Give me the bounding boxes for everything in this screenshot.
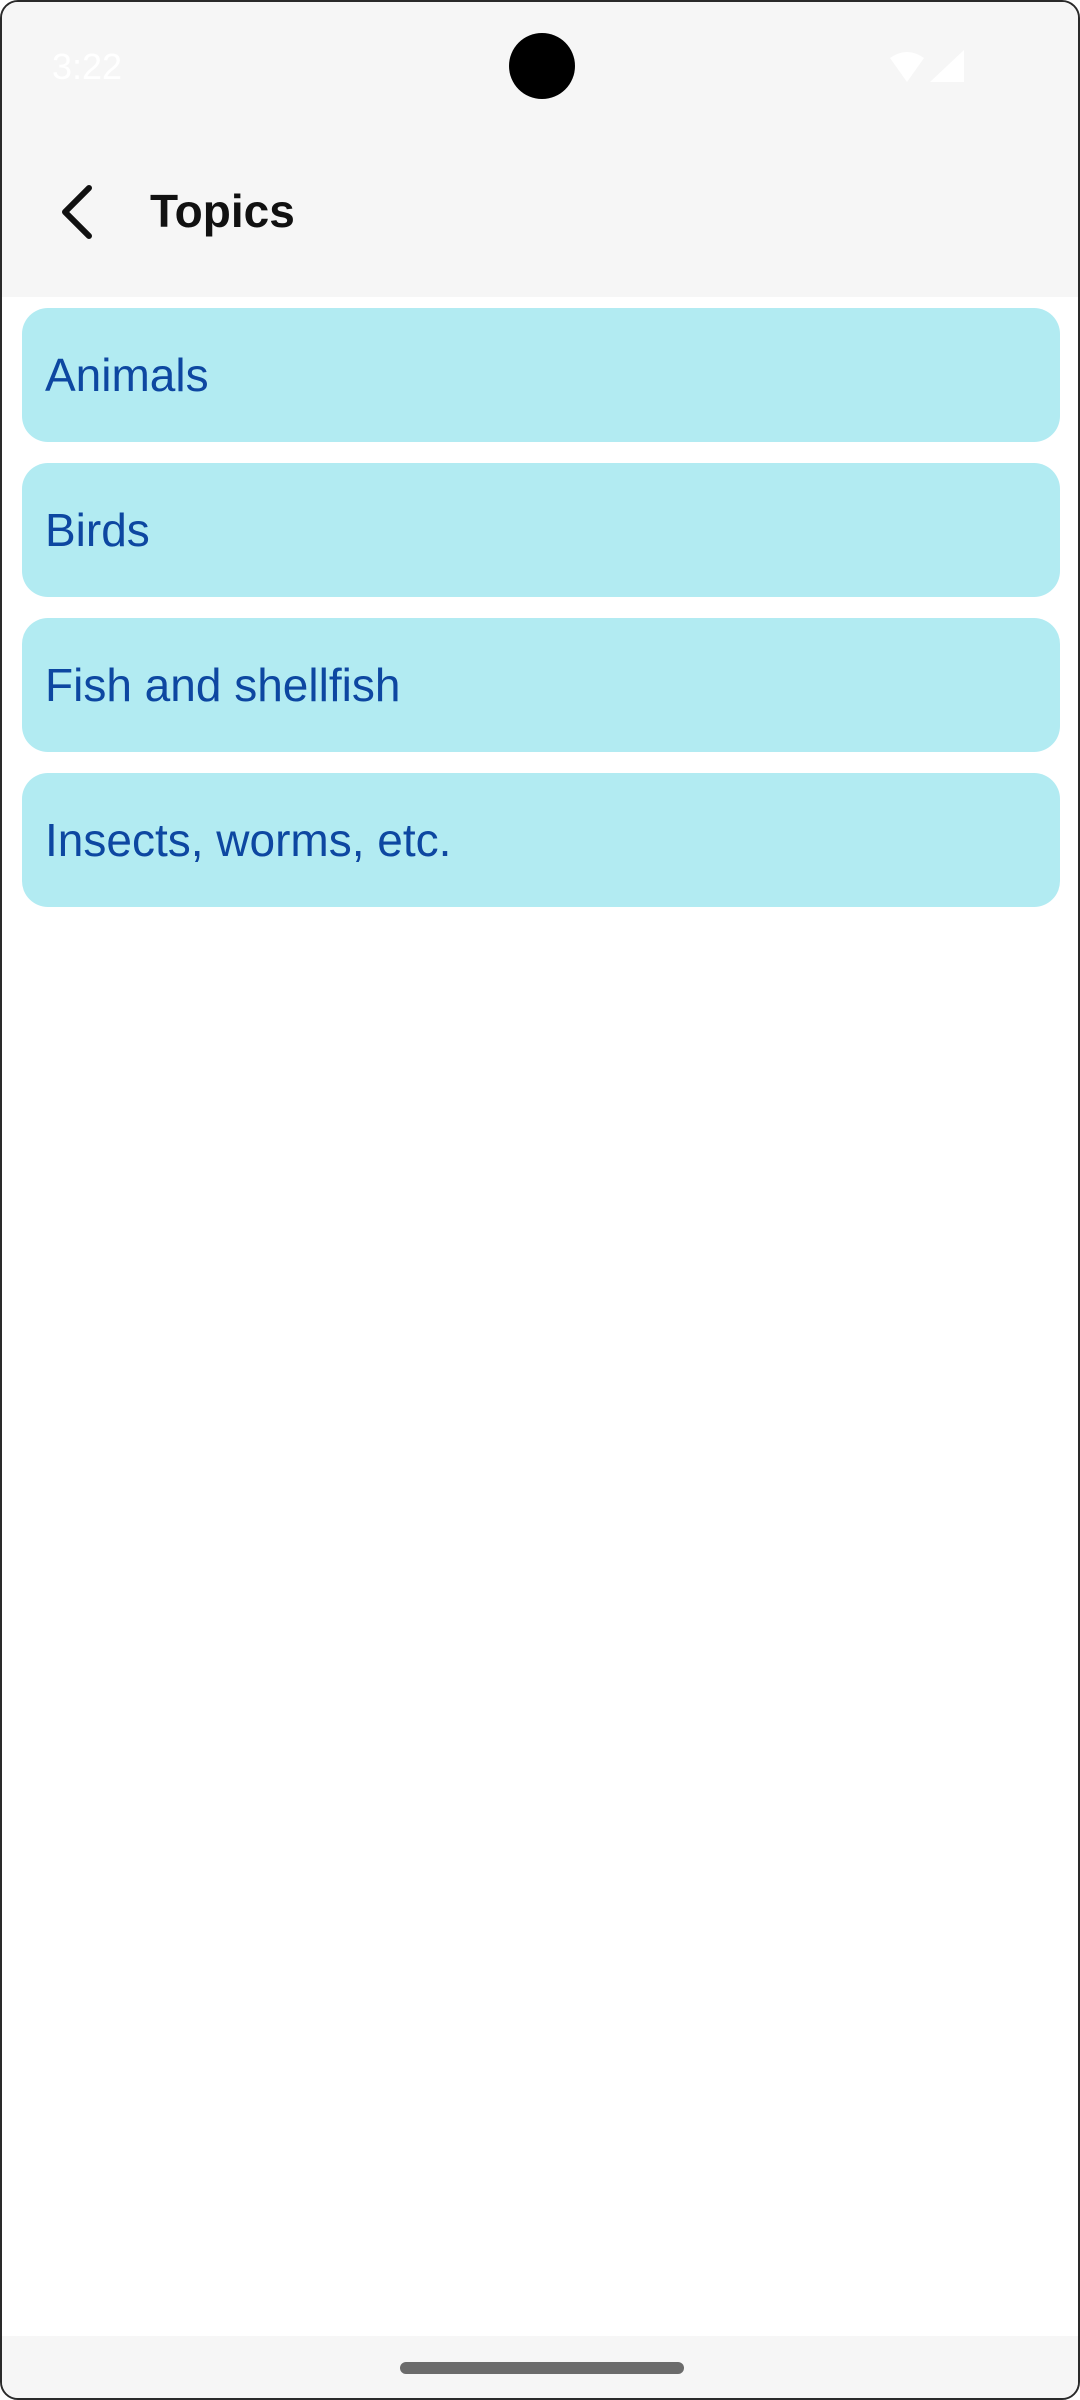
- cellular-signal-icon: [930, 50, 964, 82]
- page-title: Topics: [150, 185, 295, 237]
- topic-list: Animals Birds Fish and shellfish Insects…: [22, 308, 1060, 928]
- app-bar: Topics: [2, 132, 1078, 297]
- camera-cutout: [509, 33, 575, 99]
- navigation-bar: [2, 2336, 1078, 2398]
- status-time: 3:22: [52, 46, 123, 87]
- back-button[interactable]: [42, 177, 112, 247]
- phone-screen: 3:22 Topics Animals Birds Fish and shell…: [0, 0, 1080, 2400]
- chevron-left-icon: [62, 185, 92, 239]
- topic-label: Animals: [45, 349, 209, 401]
- topic-label: Birds: [45, 504, 150, 556]
- topic-item-animals[interactable]: Animals: [22, 308, 1060, 442]
- wifi-icon: [890, 52, 924, 82]
- topic-label: Fish and shellfish: [45, 659, 401, 711]
- status-bar: 3:22: [2, 2, 1078, 132]
- topic-item-birds[interactable]: Birds: [22, 463, 1060, 597]
- topic-label: Insects, worms, etc.: [45, 814, 452, 866]
- status-icons: [890, 50, 964, 82]
- home-indicator[interactable]: [400, 2362, 684, 2374]
- topic-item-fish-and-shellfish[interactable]: Fish and shellfish: [22, 618, 1060, 752]
- topic-item-insects-worms-etc[interactable]: Insects, worms, etc.: [22, 773, 1060, 907]
